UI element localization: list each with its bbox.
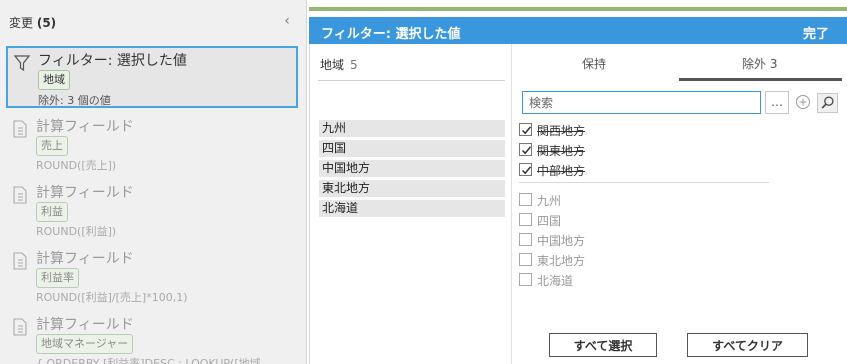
item-label: 中部地方: [537, 164, 586, 178]
checkmark-icon: [521, 146, 532, 155]
change-title: フィルター: 選択した値: [38, 53, 187, 69]
divider: [519, 182, 769, 183]
checkmark-icon: [521, 166, 532, 175]
add-icon[interactable]: [795, 94, 811, 110]
item-label: 四国: [537, 214, 562, 228]
change-title: 計算フィールド: [36, 251, 134, 267]
change-item-calc[interactable]: 計算フィールド 利益 ROUND([利益]): [6, 180, 298, 240]
search-icon: [821, 96, 834, 109]
change-description: 除外: 3 個の値: [38, 94, 111, 107]
change-item-calc[interactable]: 計算フィールド 地域マネージャー { ORDERBY [利益率]DESC : L…: [6, 312, 298, 364]
item-label: 関東地方: [537, 144, 586, 158]
calculated-field-icon: [13, 186, 27, 204]
done-button[interactable]: 完了: [803, 23, 829, 42]
accent-bar: [309, 7, 847, 11]
item-label: 関西地方: [537, 124, 586, 138]
checkbox-unchecked[interactable]: [519, 193, 532, 206]
filter-panel: フィルター: 選択した値 完了 地域 5 九州 四国 中国地方 東北地方 北海道 …: [309, 0, 847, 364]
field-name: 地域 5: [320, 56, 358, 73]
calculated-field-icon: [13, 252, 27, 270]
checkbox-unchecked[interactable]: [519, 213, 532, 226]
find-button[interactable]: [817, 93, 838, 113]
field-pill: 利益: [36, 202, 68, 222]
field-pill: 売上: [36, 136, 68, 156]
checkbox-checked[interactable]: [519, 163, 532, 176]
field-values-column: 地域 5 九州 四国 中国地方 東北地方 北海道: [309, 44, 512, 364]
change-description: ROUND([利益]/[売上]*100,1): [36, 291, 188, 304]
filter-icon: [14, 55, 30, 72]
checkbox-unchecked[interactable]: [519, 273, 532, 286]
change-description: { ORDERBY [利益率]DESC : LOOKUP([地域: [36, 357, 261, 364]
changes-count: (5): [36, 16, 57, 30]
checkbox-checked[interactable]: [519, 123, 532, 136]
value-row[interactable]: 東北地方: [319, 180, 505, 197]
tab-keep[interactable]: 保持: [582, 55, 606, 72]
field-count: 5: [350, 58, 358, 72]
checkbox-checked[interactable]: [519, 143, 532, 156]
change-item-calc[interactable]: 計算フィールド 利益率 ROUND([利益]/[売上]*100,1): [6, 246, 298, 306]
value-row[interactable]: 中国地方: [319, 160, 505, 177]
field-pill: 地域マネージャー: [36, 334, 134, 354]
changes-pane: 変更 (5) ‹ フィルター: 選択した値 地域 除外: 3 個の値 計算フィー…: [0, 0, 307, 364]
filter-header: フィルター: 選択した値 完了: [309, 17, 847, 44]
tab-exclude[interactable]: 除外 3: [742, 55, 777, 72]
active-tab-indicator: [679, 78, 842, 81]
item-label: 東北地方: [537, 254, 586, 268]
clear-all-button[interactable]: すべてクリア: [687, 333, 808, 357]
change-title: 計算フィールド: [36, 119, 134, 135]
change-description: ROUND([利益]): [36, 225, 117, 238]
value-row[interactable]: 北海道: [319, 200, 505, 217]
checkbox-unchecked[interactable]: [519, 253, 532, 266]
changes-header: 変更 (5) ‹: [0, 0, 306, 44]
calculated-field-icon: [13, 318, 27, 336]
change-title: 計算フィールド: [36, 185, 134, 201]
change-item-filter[interactable]: フィルター: 選択した値 地域 除外: 3 個の値: [6, 46, 298, 108]
collapse-chevron-icon[interactable]: ‹: [280, 12, 294, 30]
checkbox-unchecked[interactable]: [519, 233, 532, 246]
field-name-label: 地域: [320, 58, 345, 72]
change-item-calc[interactable]: 計算フィールド 売上 ROUND([売上]): [6, 114, 298, 174]
value-row[interactable]: 四国: [319, 140, 505, 157]
change-description: ROUND([売上]): [36, 159, 117, 172]
field-pill: 地域: [38, 70, 70, 90]
value-row[interactable]: 九州: [319, 120, 505, 137]
item-label: 中国地方: [537, 234, 586, 248]
search-input[interactable]: [522, 91, 761, 114]
item-label: 九州: [537, 194, 562, 208]
more-options-button[interactable]: …: [765, 91, 789, 114]
select-all-button[interactable]: すべて選択: [549, 333, 657, 357]
checkmark-icon: [521, 126, 532, 135]
divider: [318, 80, 505, 81]
changes-title-label: 変更: [9, 16, 34, 30]
item-label: 北海道: [537, 274, 574, 288]
keep-exclude-tabs: 保持 除外 3: [512, 44, 847, 82]
calculated-field-icon: [13, 120, 27, 138]
changes-title: 変更 (5): [9, 14, 56, 31]
change-title: 計算フィールド: [36, 317, 134, 333]
filter-title: フィルター: 選択した値: [321, 27, 461, 42]
field-pill: 利益率: [36, 268, 79, 288]
